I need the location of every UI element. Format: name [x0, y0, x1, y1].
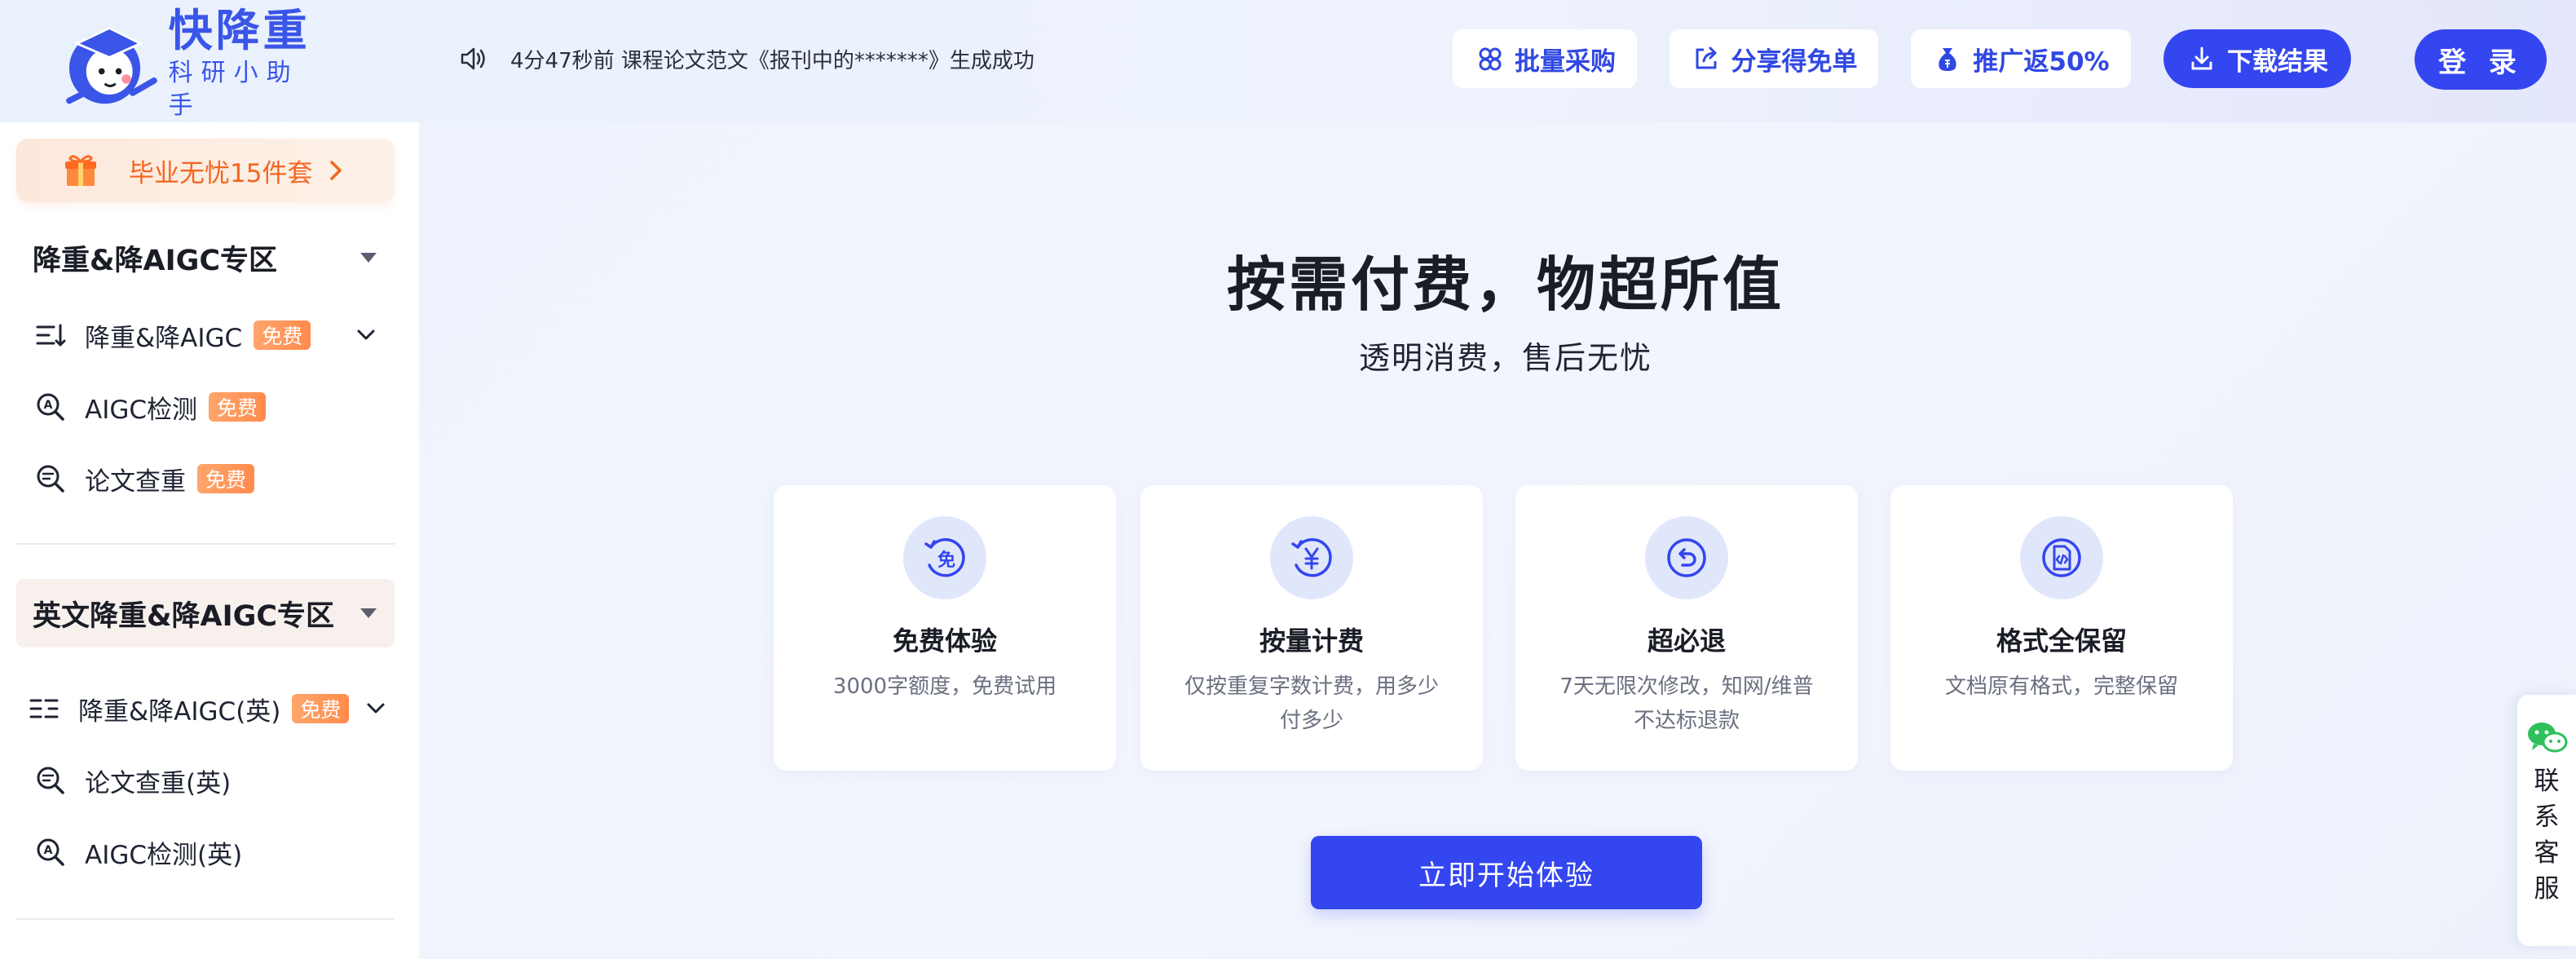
free-icon: 免	[924, 538, 965, 577]
customer-service-widget[interactable]: 联系客服	[2517, 695, 2576, 946]
team-icon	[1479, 47, 1502, 71]
caret-down-icon	[360, 253, 377, 263]
share-icon	[1696, 46, 1716, 69]
svg-text:免: 免	[937, 550, 955, 571]
refund-icon	[1667, 538, 1706, 577]
wechat-icon	[2528, 723, 2568, 753]
sort-list-icon	[36, 324, 66, 347]
sidebar: 毕业无忧15件套 降重&降AIGC专区 降重&降AIGC 免费 A AIGC检测…	[0, 122, 419, 959]
money-bag-icon	[1939, 48, 1957, 71]
notice-ticker: 4分47秒前 课程论文范文《报刊中的*******》生成成功	[458, 41, 1034, 77]
sidebar-item-plagiarism-check[interactable]: 论文查重 免费	[16, 450, 395, 507]
download-results-button[interactable]: 下载结果	[2164, 29, 2351, 88]
feature-title: 超必退	[1647, 625, 1726, 656]
ai-search-icon: A	[37, 838, 64, 866]
sidebar-item-plagiarism-check-en[interactable]: 论文查重(英)	[16, 752, 395, 809]
graduation-bundle-banner[interactable]: 毕业无忧15件套	[16, 139, 395, 202]
feature-title: 免费体验	[892, 625, 997, 656]
feature-desc: 7天无限次修改，知网/维普不达标退款	[1559, 674, 1814, 733]
logo-title: 快降重	[168, 5, 311, 56]
feature-card-pay-per-use: 按量计费 仅按重复字数计费，用多少付多少	[1140, 485, 1483, 771]
promo-label: 毕业无忧15件套	[129, 158, 313, 188]
chevron-right-icon	[330, 161, 342, 180]
page-subheadline: 透明消费，售后无忧	[1358, 340, 1652, 376]
promo-rebate-button[interactable]: 推广返50%	[1911, 29, 2131, 88]
notice-text: 4分47秒前 课程论文范文《报刊中的*******》生成成功	[510, 48, 1034, 73]
free-badge: 免费	[254, 320, 311, 350]
doc-search-icon	[37, 767, 64, 794]
ai-search-icon: A	[37, 393, 64, 421]
bulk-purchase-button[interactable]: 批量采购	[1453, 29, 1637, 88]
feature-desc: 文档原有格式，完整保留	[1944, 674, 2178, 699]
free-badge: 免费	[209, 392, 267, 422]
free-badge: 免费	[292, 694, 350, 723]
yen-icon	[1291, 538, 1332, 577]
feature-desc: 仅按重复字数计费，用多少付多少	[1184, 674, 1439, 733]
sidebar-item-rewrite-aigc[interactable]: 降重&降AIGC 免费	[16, 307, 395, 364]
logo-subtitle: 科研小助手	[168, 59, 299, 120]
free-badge: 免费	[197, 464, 255, 493]
list-indent-icon	[29, 699, 59, 718]
login-button[interactable]: 登 录	[2415, 29, 2547, 90]
share-free-button[interactable]: 分享得免单	[1670, 29, 1878, 88]
feature-card-format-keep: 格式全保留 文档原有格式，完整保留	[1890, 485, 2233, 771]
top-header: 快降重 科研小助手 4分47秒前 课程论文范文《报刊中的*******》生成成功…	[0, 0, 2576, 122]
section-header-chinese[interactable]: 降重&降AIGC专区	[16, 223, 395, 292]
feature-desc: 3000字额度，免费试用	[832, 674, 1057, 699]
sidebar-item-aigc-detect[interactable]: A AIGC检测 免费	[16, 378, 395, 435]
chevron-down-icon	[367, 703, 385, 714]
download-icon	[2191, 46, 2212, 70]
feature-title: 格式全保留	[1996, 625, 2127, 656]
feature-card-free-trial: 免 免费体验 3000字额度，免费试用	[774, 485, 1116, 771]
svg-text:A: A	[44, 844, 53, 857]
divider	[16, 918, 395, 920]
section-header-english[interactable]: 英文降重&降AIGC专区	[16, 579, 395, 647]
logo[interactable]: 快降重 科研小助手	[54, 5, 323, 120]
page-headline: 按需付费，物超所值	[1226, 250, 1784, 319]
gift-icon	[65, 155, 96, 186]
feature-card-refund: 超必退 7天无限次修改，知网/维普不达标退款	[1515, 485, 1858, 771]
sidebar-item-rewrite-aigc-en[interactable]: 降重&降AIGC(英) 免费	[16, 680, 395, 737]
divider	[16, 543, 395, 545]
chevron-down-icon	[357, 329, 375, 340]
contact-label: 联系客服	[2534, 767, 2560, 904]
sidebar-item-aigc-detect-en[interactable]: A AIGC检测(英)	[16, 824, 395, 881]
doc-search-icon	[37, 465, 64, 493]
speaker-icon	[461, 47, 485, 70]
caret-down-icon	[360, 608, 377, 618]
code-doc-icon	[2042, 538, 2081, 577]
mascot-logo-icon	[66, 26, 157, 104]
start-trial-button[interactable]: 立即开始体验	[1311, 836, 1702, 909]
main-content: 按需付费，物超所值 透明消费，售后无忧 免 免费体验 3000字额度，免费试用 …	[419, 122, 2576, 959]
feature-title: 按量计费	[1259, 625, 1364, 656]
svg-text:A: A	[44, 399, 53, 412]
